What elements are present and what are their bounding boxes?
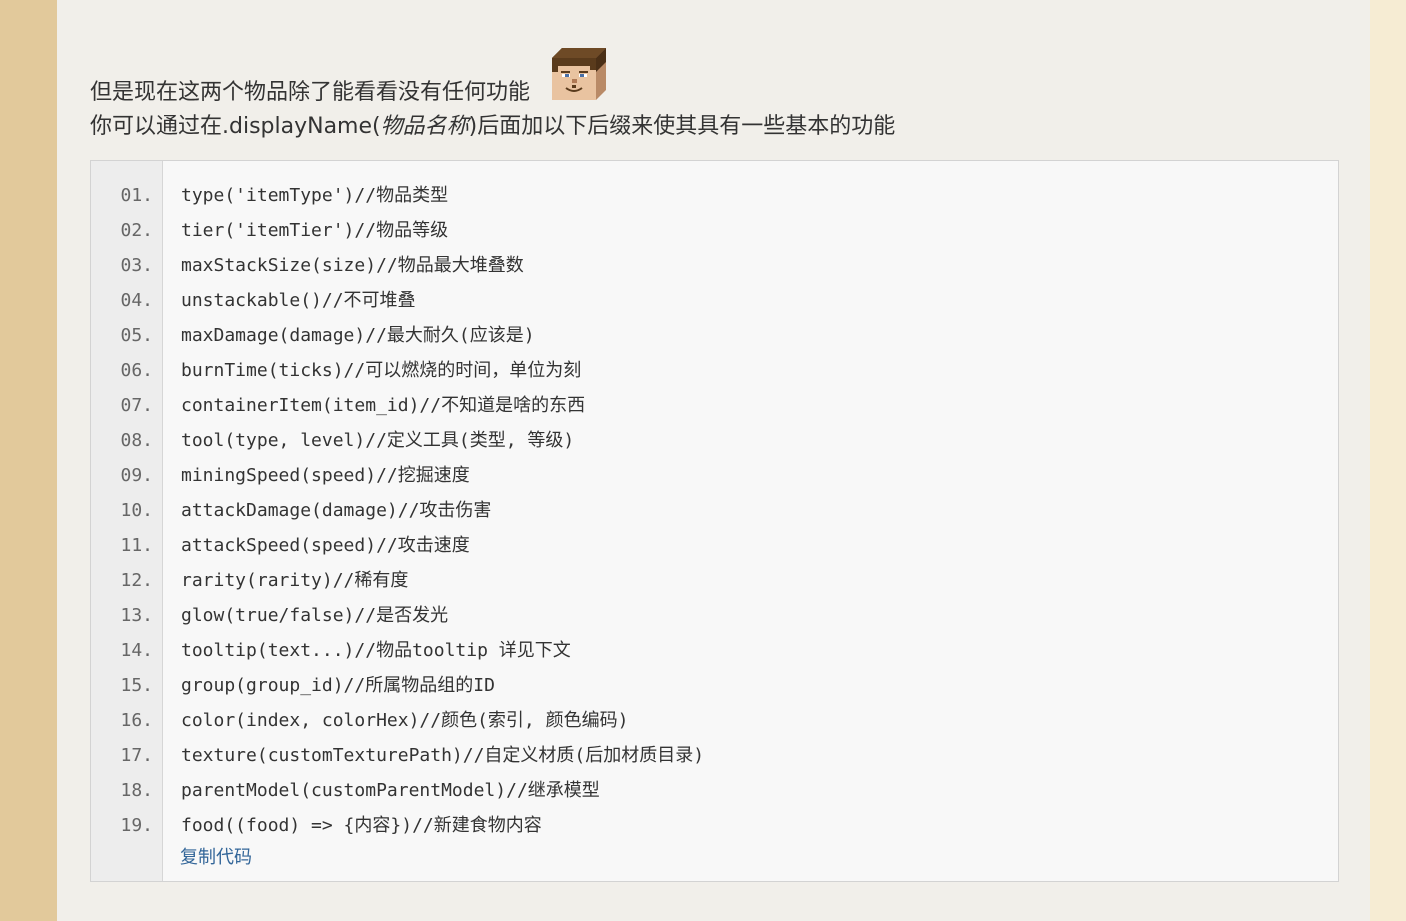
line-number: 08. bbox=[120, 430, 153, 451]
line-number: 18. bbox=[120, 780, 153, 801]
line-number: 06. bbox=[120, 360, 153, 381]
line-number: 17. bbox=[120, 745, 153, 766]
copy-code-link[interactable]: 复制代码 bbox=[180, 845, 252, 871]
post-content: 但是现在这两个物品除了能看看没有任何功能 你可以通过在.displayName(… bbox=[57, 0, 1370, 921]
code-text: attackDamage(damage)//攻击伤害 bbox=[181, 500, 492, 521]
line-number: 11. bbox=[120, 535, 153, 556]
intro-line-2: 你可以通过在.displayName(物品名称)后面加以下后缀来使其具有一些基本… bbox=[90, 112, 895, 142]
intro-line-1: 但是现在这两个物品除了能看看没有任何功能 bbox=[90, 78, 530, 108]
code-line: 16. color(index, colorHex)//颜色(索引, 颜色编码) bbox=[91, 703, 1338, 738]
line-number: 13. bbox=[120, 605, 153, 626]
code-line: 05. maxDamage(damage)//最大耐久(应该是) bbox=[91, 318, 1338, 353]
code-line: 12. rarity(rarity)//稀有度 bbox=[91, 563, 1338, 598]
code-text: tool(type, level)//定义工具(类型, 等级) bbox=[181, 430, 575, 451]
steve-face-icon bbox=[552, 48, 606, 100]
code-text: color(index, colorHex)//颜色(索引, 颜色编码) bbox=[181, 710, 629, 731]
code-text: food((food) => {内容})//新建食物内容 bbox=[181, 815, 542, 836]
code-line: 03. maxStackSize(size)//物品最大堆叠数 bbox=[91, 248, 1338, 283]
code-line: 10. attackDamage(damage)//攻击伤害 bbox=[91, 493, 1338, 528]
code-line: 07. containerItem(item_id)//不知道是啥的东西 bbox=[91, 388, 1338, 423]
code-line: 17. texture(customTexturePath)//自定义材质(后加材… bbox=[91, 738, 1338, 773]
code-line: 18. parentModel(customParentModel)//继承模型 bbox=[91, 773, 1338, 808]
line-number: 15. bbox=[120, 675, 153, 696]
line-number: 16. bbox=[120, 710, 153, 731]
code-text: glow(true/false)//是否发光 bbox=[181, 605, 449, 626]
intro-line-2-suffix: )后面加以下后缀来使其具有一些基本的功能 bbox=[468, 114, 896, 139]
intro-line-2-italic: 物品名称 bbox=[380, 114, 469, 139]
line-number: 19. bbox=[120, 815, 153, 836]
line-number: 07. bbox=[120, 395, 153, 416]
code-line: 02. tier('itemTier')//物品等级 bbox=[91, 213, 1338, 248]
code-text: containerItem(item_id)//不知道是啥的东西 bbox=[181, 395, 586, 416]
intro-line-2-prefix: 你可以通过在.displayName( bbox=[90, 114, 381, 139]
line-number: 12. bbox=[120, 570, 153, 591]
line-number: 01. bbox=[120, 185, 153, 206]
code-text: maxDamage(damage)//最大耐久(应该是) bbox=[181, 325, 535, 346]
code-line: 06. burnTime(ticks)//可以燃烧的时间，单位为刻 bbox=[91, 353, 1338, 388]
code-line: 08. tool(type, level)//定义工具(类型, 等级) bbox=[91, 423, 1338, 458]
code-text: tier('itemTier')//物品等级 bbox=[181, 220, 449, 241]
intro-line-1-text: 但是现在这两个物品除了能看看没有任何功能 bbox=[90, 80, 531, 105]
code-text: type('itemType')//物品类型 bbox=[181, 185, 449, 206]
code-line: 09. miningSpeed(speed)//挖掘速度 bbox=[91, 458, 1338, 493]
code-text: miningSpeed(speed)//挖掘速度 bbox=[181, 465, 470, 486]
code-line: 04. unstackable()//不可堆叠 bbox=[91, 283, 1338, 318]
code-text: texture(customTexturePath)//自定义材质(后加材质目录… bbox=[181, 745, 705, 766]
code-text: maxStackSize(size)//物品最大堆叠数 bbox=[181, 255, 524, 276]
code-text: unstackable()//不可堆叠 bbox=[181, 290, 416, 311]
code-text: group(group_id)//所属物品组的ID bbox=[181, 675, 495, 696]
code-block: 01. type('itemType')//物品类型 02. tier('itemTi… bbox=[90, 160, 1339, 882]
line-number: 14. bbox=[120, 640, 153, 661]
line-number: 03. bbox=[120, 255, 153, 276]
code-line: 01. type('itemType')//物品类型 bbox=[91, 178, 1338, 213]
line-number: 05. bbox=[120, 325, 153, 346]
left-background-strip bbox=[0, 0, 57, 921]
code-text: tooltip(text...)//物品tooltip 详见下文 bbox=[181, 640, 571, 661]
right-background-strip bbox=[1370, 0, 1406, 921]
code-line: 15. group(group_id)//所属物品组的ID bbox=[91, 668, 1338, 703]
line-number: 10. bbox=[120, 500, 153, 521]
code-text: burnTime(ticks)//可以燃烧的时间，单位为刻 bbox=[181, 360, 582, 381]
line-number: 02. bbox=[120, 220, 153, 241]
line-number: 09. bbox=[120, 465, 153, 486]
code-text: parentModel(customParentModel)//继承模型 bbox=[181, 780, 600, 801]
code-line: 19. food((food) => {内容})//新建食物内容 bbox=[91, 808, 1338, 843]
code-text: rarity(rarity)//稀有度 bbox=[181, 570, 409, 591]
code-line: 11. attackSpeed(speed)//攻击速度 bbox=[91, 528, 1338, 563]
code-text: attackSpeed(speed)//攻击速度 bbox=[181, 535, 470, 556]
code-line: 14. tooltip(text...)//物品tooltip 详见下文 bbox=[91, 633, 1338, 668]
line-number: 04. bbox=[120, 290, 153, 311]
code-line: 13. glow(true/false)//是否发光 bbox=[91, 598, 1338, 633]
